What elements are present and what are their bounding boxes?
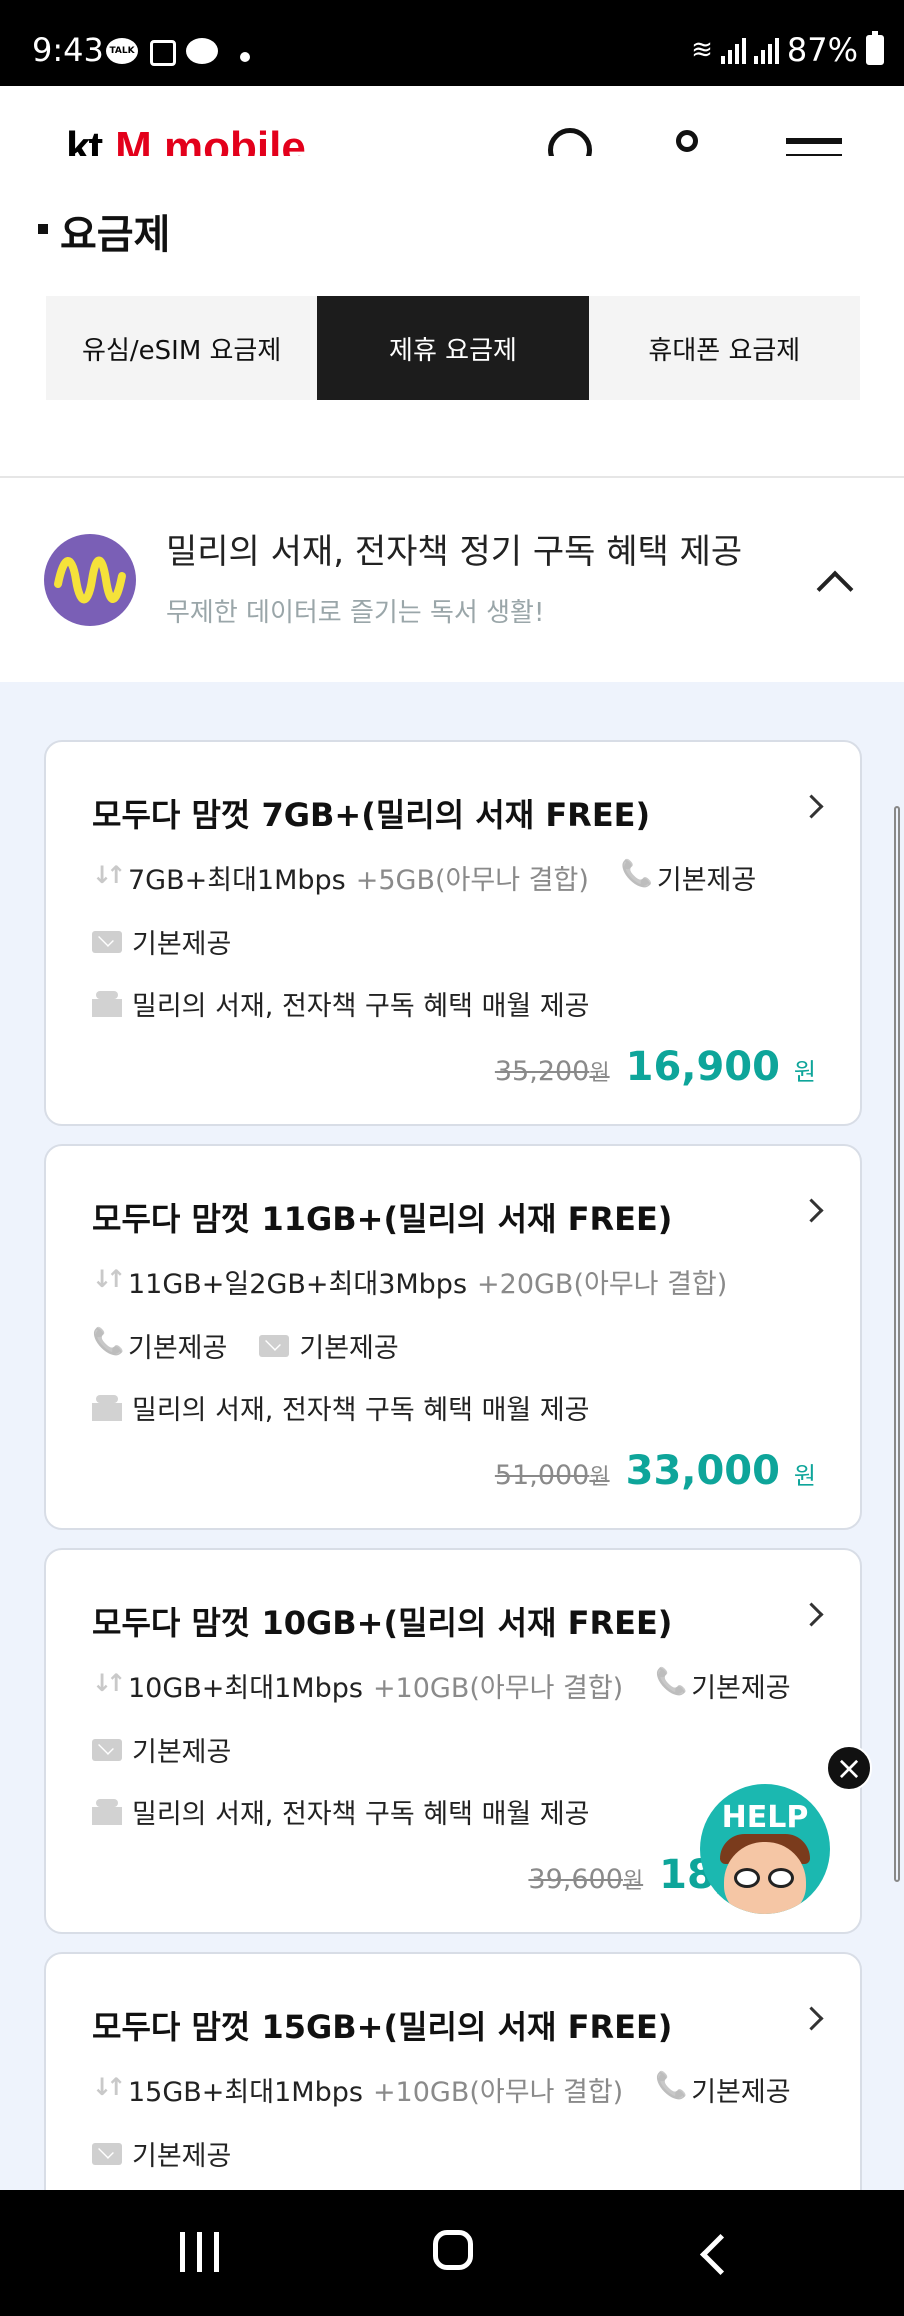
plan-benefit: 밀리의 서재, 전자책 구독 혜택 매월 제공 — [132, 1799, 590, 1830]
help-chatbot-button[interactable]: HELP — [700, 1784, 830, 1914]
close-help-button[interactable]: × — [826, 1745, 872, 1791]
plan-voice: 기본제공 — [691, 2077, 791, 2108]
new-price: 33,000 원 — [625, 1448, 816, 1494]
plan-data-extra: +10GB(아무나 결합) — [372, 1673, 624, 1704]
promo-title: 밀리의 서재, 전자책 정기 구독 혜택 제공 — [166, 532, 743, 572]
plan-data-extra: +20GB(아무나 결합) — [477, 1269, 728, 1300]
chevron-right-icon — [799, 1602, 824, 1627]
data-icon — [92, 1265, 120, 1295]
data-icon — [92, 2073, 120, 2103]
battery-icon — [866, 31, 884, 65]
signal-icon — [720, 36, 746, 64]
recent-apps-icon[interactable] — [180, 2232, 219, 2272]
data-icon — [92, 1669, 120, 1699]
plan-data: 11GB+일2GB+최대3Mbps — [128, 1269, 468, 1300]
plan-tabs: 유심/eSIM 요금제 제휴 요금제 휴대폰 요금제 — [46, 296, 860, 400]
chevron-right-icon — [799, 1198, 824, 1223]
new-price: 16,900 원 — [625, 1044, 816, 1090]
scrollbar[interactable] — [894, 806, 900, 1882]
plan-benefit: 밀리의 서재, 전자책 구독 혜택 매월 제공 — [132, 991, 590, 1022]
plan-data: 10GB+최대1Mbps — [128, 1673, 363, 1704]
data-icon — [92, 861, 120, 891]
wifi-icon: ≋ — [691, 35, 713, 65]
old-price: 39,600원 — [528, 1864, 644, 1895]
gift-icon — [92, 990, 122, 1017]
chevron-right-icon — [799, 2006, 824, 2031]
divider — [0, 476, 904, 478]
gallery-icon — [150, 40, 176, 66]
phone-icon — [621, 865, 647, 891]
gift-icon — [92, 1798, 122, 1825]
plan-name: 모두다 맘껏 15GB+(밀리의 서재 FREE) — [92, 2008, 673, 2046]
phone-icon — [92, 1333, 118, 1359]
status-bar: 9:43 TALK ≋ 87% — [0, 0, 904, 86]
plan-sms: 기본제공 — [299, 1333, 399, 1364]
plan-data-extra: +5GB(아무나 결합) — [355, 865, 589, 896]
phone-icon — [655, 2077, 681, 2103]
plan-sms: 기본제공 — [132, 2141, 232, 2172]
home-icon[interactable] — [433, 2230, 473, 2270]
plan-name: 모두다 맘껏 10GB+(밀리의 서재 FREE) — [92, 1604, 673, 1642]
plan-card[interactable]: 모두다 맘껏 11GB+(밀리의 서재 FREE) 11GB+일2GB+최대3M… — [44, 1144, 862, 1530]
back-icon[interactable] — [699, 2233, 742, 2276]
menu-icon[interactable] — [786, 138, 842, 156]
collapse-chevron-icon[interactable] — [816, 570, 854, 608]
plan-name: 모두다 맘껏 7GB+(밀리의 서재 FREE) — [92, 796, 651, 834]
battery-percent: 87% — [786, 31, 858, 69]
tab-phone[interactable]: 휴대폰 요금제 — [589, 296, 860, 400]
plan-data-extra: +10GB(아무나 결합) — [372, 2077, 624, 2108]
gift-icon — [92, 1394, 122, 1421]
plan-data: 7GB+최대1Mbps — [128, 865, 346, 896]
plan-voice: 기본제공 — [656, 865, 757, 896]
search-icon[interactable] — [548, 128, 592, 156]
plan-name: 모두다 맘껏 11GB+(밀리의 서재 FREE) — [92, 1200, 673, 1238]
plan-voice: 기본제공 — [691, 1673, 791, 1704]
tab-partner[interactable]: 제휴 요금제 — [317, 296, 589, 400]
old-price: 35,200원 — [494, 1056, 610, 1087]
phone-icon — [655, 1673, 681, 1699]
chevron-right-icon — [799, 794, 824, 819]
plan-voice: 기본제공 — [128, 1333, 228, 1364]
signal-roaming-icon — [753, 36, 779, 64]
millie-logo-icon — [44, 534, 136, 626]
tab-usim-esim[interactable]: 유심/eSIM 요금제 — [46, 296, 317, 400]
mail-icon — [92, 1738, 122, 1761]
plan-card[interactable]: 모두다 맘껏 7GB+(밀리의 서재 FREE) 7GB+최대1Mbps +5G… — [44, 740, 862, 1126]
page-title: 요금제 — [37, 202, 170, 260]
mail-icon — [92, 2142, 122, 2165]
mail-icon — [92, 930, 122, 953]
promo-subtitle: 무제한 데이터로 즐기는 독서 생활! — [166, 598, 545, 628]
site-header: kt M mobile — [0, 86, 904, 156]
plan-benefit: 밀리의 서재, 전자책 구독 혜택 매월 제공 — [132, 1395, 590, 1426]
mail-icon — [259, 1334, 290, 1357]
plan-sms: 기본제공 — [132, 929, 232, 960]
plan-sms: 기본제공 — [132, 1737, 232, 1768]
system-nav-bar — [0, 2190, 904, 2316]
plan-section: 요금제 유심/eSIM 요금제 제휴 요금제 휴대폰 요금제 밀리의 서재, 전… — [0, 156, 904, 682]
message-icon — [186, 38, 218, 64]
status-time: 9:43 — [32, 31, 104, 69]
old-price: 51,000원 — [494, 1460, 610, 1491]
kt-mmobile-logo[interactable]: kt M mobile — [66, 126, 306, 157]
kakaotalk-icon: TALK — [106, 38, 138, 64]
plan-data: 15GB+최대1Mbps — [128, 2077, 363, 2108]
user-icon[interactable] — [676, 130, 698, 152]
more-notifications-icon — [240, 52, 250, 62]
